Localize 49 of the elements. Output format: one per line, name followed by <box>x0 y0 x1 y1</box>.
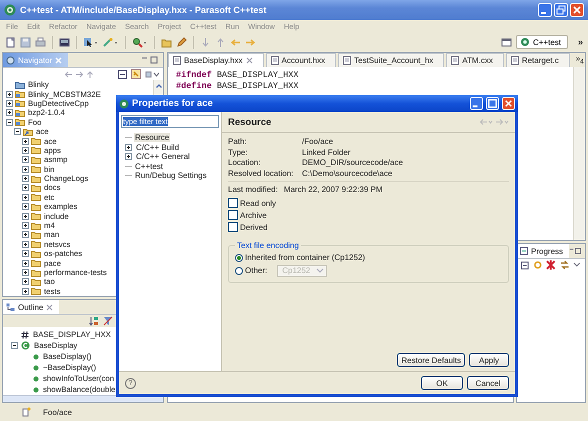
group-title: Text file encoding <box>236 241 300 250</box>
dialog-title: Properties for ace <box>132 98 213 109</box>
tab-label: BaseDisplay.hxx <box>184 56 243 65</box>
field-label: Location: <box>228 158 262 168</box>
tree-item[interactable]: Run/Debug Settings <box>134 171 208 180</box>
field-value: March 22, 2007 9:22:39 PM <box>284 185 383 196</box>
tree-item[interactable]: C/C++ General <box>135 152 191 162</box>
field-value: C:\Demo\sourcecode\ace <box>302 168 394 178</box>
page-button[interactable]: Apply <box>469 353 509 367</box>
tree-item[interactable]: C/C++ Build <box>135 142 180 152</box>
more-tabs[interactable]: »$_{4}$ <box>576 54 584 66</box>
checkbox-label: Read only <box>240 198 276 208</box>
page-heading: Resource <box>228 116 272 128</box>
tab-label: Retarget.c <box>522 56 559 65</box>
checkbox-label: Archive <box>240 210 267 220</box>
editor-tab[interactable]: Retarget.c <box>506 53 570 67</box>
editor-tab[interactable]: ATM.cxx <box>446 53 504 67</box>
tab-label: TestSuite_Account_hx <box>354 56 434 65</box>
tree-item[interactable]: Resource <box>134 133 170 142</box>
chevron[interactable]: » <box>578 37 583 47</box>
field-label: Path: <box>228 137 248 146</box>
status-text: Foo/ace <box>43 408 72 416</box>
code-line: #ifndef BASE_DISPLAY_HXX <box>176 70 300 81</box>
field-label: Type: <box>228 148 249 157</box>
tree-item[interactable]: C++test <box>134 162 164 171</box>
dialog-button[interactable]: Cancel <box>467 376 509 390</box>
radio-label: Inherited from container (Cp1252) <box>245 253 366 262</box>
editor-tab[interactable]: Account.hxx <box>266 53 336 67</box>
field-value: DEMO_DIR/sourcecode/ace <box>302 158 404 168</box>
dialog-button[interactable]: OK <box>421 376 463 390</box>
window-title: C++test - ATM/include/BaseDisplay.hxx - Parasoft C++test <box>20 5 268 15</box>
code-line: #define BASE_DISPLAY_HXX <box>176 81 300 92</box>
perspective-button[interactable]: C++test <box>516 35 568 49</box>
tab-label: Progress <box>531 246 564 256</box>
editor-tab[interactable]: BaseDisplay.hxx <box>168 53 264 67</box>
radio-label: Other: <box>245 266 268 275</box>
field-label: Resolved location: <box>228 168 294 178</box>
tab-label: Navigator <box>18 56 52 64</box>
tab-label: ATM.cxx <box>462 56 493 65</box>
tab-label: Outline <box>18 302 44 312</box>
field-label: Last modified: <box>228 185 278 196</box>
checkbox-label: Derived <box>240 222 268 232</box>
page-button[interactable]: Restore Defaults <box>397 353 465 367</box>
field-value: /Foo/ace <box>302 137 334 146</box>
outline-tab[interactable]: Outline <box>3 300 60 314</box>
editor-tab[interactable]: TestSuite_Account_hx <box>338 53 444 67</box>
tab-label: Account.hxx <box>282 56 326 65</box>
progress-tab[interactable]: Progress <box>517 244 570 258</box>
field-value: Linked Folder <box>302 148 352 157</box>
